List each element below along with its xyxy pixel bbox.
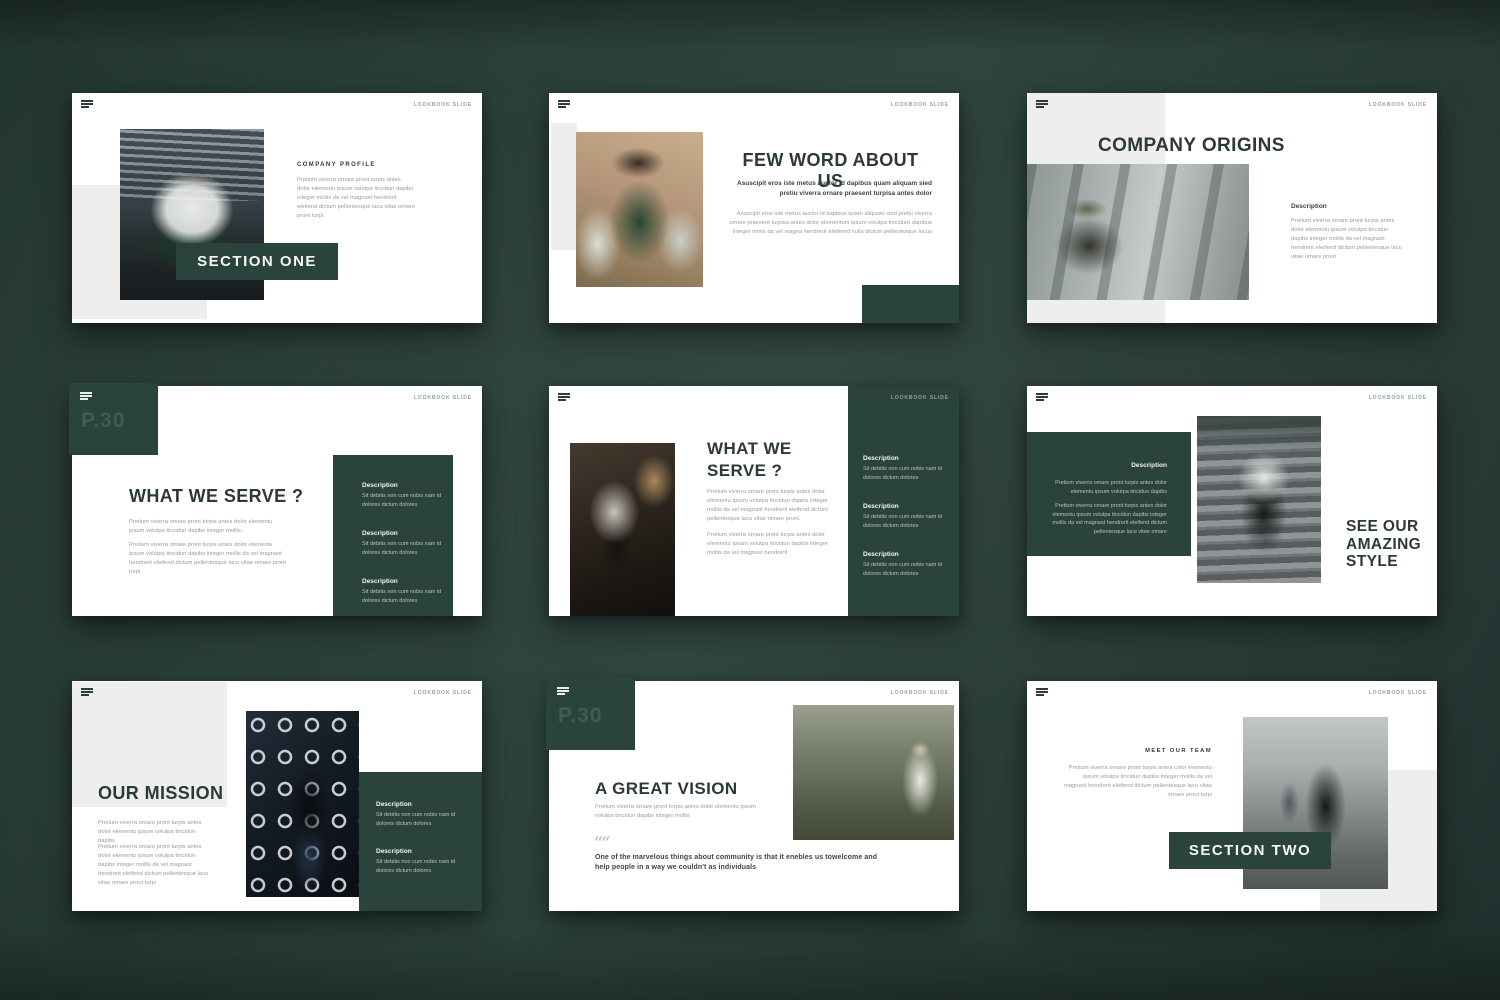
slide-what-we-serve-2[interactable]: Description Sit debitis non cum nobis na… [549,386,959,616]
description-panel: Description Sit debitis non cum nobis na… [359,772,482,911]
description-heading: Description [1057,462,1167,469]
photo-woman-green-top [576,132,703,287]
lookbook-logo-icon [1036,393,1048,401]
description-group: Description Sit debitis non cum nobis na… [376,801,464,828]
description-panel: Description Pretium viverra omare pront … [1027,432,1191,556]
description-body: Sit debitis non cum nobis nam id dolores… [362,588,450,605]
description-heading: Description [362,482,450,489]
description-group: Description Sit debitis non cum nobis na… [863,551,949,578]
slide-title: SEE OUR AMAZING STYLE [1346,518,1421,571]
slide-header-label: LOOKBOOK SLIDE [1369,690,1427,696]
lookbook-logo-icon [558,100,570,108]
slide-title: COMPANY ORIGINS [1098,135,1285,157]
lookbook-logo-icon [557,687,569,695]
description-heading: Description [863,551,949,558]
paragraph-1: Pretium viverra omare pront turpis antes… [129,518,287,536]
paragraph-1: Pretium viverra omare pront turpis antes… [1051,479,1167,496]
description-body: Pretium viverra omare pront turpis antes… [1291,217,1403,262]
lookbook-logo-icon [1036,688,1048,696]
description-panel: Description Sit debitis non cum nobis na… [848,386,959,616]
description-body: Sit debitis non cum nobis nam id dolores… [362,492,450,509]
description-body: Sit debitis non cum nobis nam id dolores… [863,513,949,530]
description-heading: Description [1291,203,1327,210]
slide-header-label: LOOKBOOK SLIDE [1369,395,1427,401]
description-body: Sit debitis non cum nobis nam id dolores… [376,858,464,875]
slide-subtitle: Asuscipit eros iste metus auctor id dapi… [729,179,932,199]
slide-our-mission[interactable]: LOOKBOOK SLIDE OUR MISSION Pretium viver… [72,681,482,911]
decor-accent-corner [862,285,959,323]
page-number-label: P.30 [558,704,603,728]
lookbook-logo-icon [81,688,93,696]
photo-woman-neon-rings [246,711,359,897]
paragraph-2: Pretium viverra omare pront turpis antes… [707,531,841,558]
slide-see-our-amazing-style[interactable]: LOOKBOOK SLIDE Description Pretium viver… [1027,386,1437,616]
paragraph-2: Pretium viverra omare pront turpis antes… [1051,502,1167,536]
slide-what-we-serve-1[interactable]: LOOKBOOK SLIDE P.30 WHAT WE SERVE ? Pret… [72,386,482,616]
slide-title: WHAT WE SERVE ? [707,438,792,482]
slide-section-two[interactable]: LOOKBOOK SLIDE MEET OUR TEAM Pretium viv… [1027,681,1437,911]
slide-a-great-vision[interactable]: LOOKBOOK SLIDE P.30 A GREAT VISION Preti… [549,681,959,911]
slide-title: A GREAT VISION [595,779,738,799]
description-body: Sit debitis non cum nobis nam id dolores… [362,540,450,557]
description-body: Sit debitis non cum nobis nam id dolores… [863,465,949,482]
slide-title: WHAT WE SERVE ? [129,486,303,507]
lookbook-logo-icon [558,393,570,401]
lookbook-logo-icon [80,392,92,400]
kicker-company-profile: COMPANY PROFILE [297,162,376,168]
description-body: Sit debitis non cum nobis nam id dolores… [863,561,949,578]
page-number-block: P.30 [69,383,158,455]
template-preview-canvas: LOOKBOOK SLIDE COMPANY PROFILE Pretium v… [0,0,1500,1000]
slide-header-label: LOOKBOOK SLIDE [414,690,472,696]
kicker-meet-our-team: MEET OUR TEAM [1062,748,1212,754]
description-group: Description Sit debitis non cum nobis na… [863,503,949,530]
slide-title: OUR MISSION [98,783,223,804]
paragraph-1: Pretium viverra omare pront turpis antes… [98,819,210,846]
description-body: Sit debitis non cum nobis nam id dolores… [376,811,464,828]
slide-section-one[interactable]: LOOKBOOK SLIDE COMPANY PROFILE Pretium v… [72,93,482,323]
description-heading: Description [863,503,949,510]
description-group: Description Sit debitis non cum nobis na… [376,848,464,875]
paragraph-1: Pretium viverra omare pront turpis antes… [707,488,841,524]
description-panel: Description Sit debitis non cum nobis na… [333,455,453,616]
page-number-block: P.30 [546,678,635,750]
slide-header-label: LOOKBOOK SLIDE [1369,102,1427,108]
slide-header-label: LOOKBOOK SLIDE [891,395,949,401]
lookbook-logo-icon [81,100,93,108]
slide-header-label: LOOKBOOK SLIDE [891,690,949,696]
section-two-banner: SECTION TWO [1169,832,1331,869]
photo-man-in-library [570,443,675,616]
paragraph-2: Pretium viverra omare pront turpis antes… [129,541,287,577]
description-heading: Description [376,801,464,808]
description-heading: Description [376,848,464,855]
lookbook-logo-icon [1036,100,1048,108]
slide-header-label: LOOKBOOK SLIDE [414,395,472,401]
description-heading: Description [362,578,450,585]
photo-woman-on-stairs [1197,416,1321,583]
quote-icon: ““ [594,833,608,852]
body-text: Pretium viverra ornare pront turpis ante… [297,176,415,221]
slide-company-origins[interactable]: LOOKBOOK SLIDE COMPANY ORIGINS Descripti… [1027,93,1437,323]
description-group: Description Sit debitis non cum nobis na… [362,482,450,509]
description-heading: Description [362,530,450,537]
decor-gray-strip [551,123,577,250]
paragraph: Pretium viverra ornare pront turpis ante… [595,803,773,821]
description-group: Description Sit debitis non cum nobis na… [863,455,949,482]
slide-header-label: LOOKBOOK SLIDE [891,102,949,108]
slide-header-label: LOOKBOOK SLIDE [414,102,472,108]
description-group: Description Sit debitis non cum nobis na… [362,578,450,605]
photo-woman-street-wall [1027,164,1249,300]
slide-few-word-about-us[interactable]: LOOKBOOK SLIDE FEW WORD ABOUT US Asuscip… [549,93,959,323]
photo-woman-white-dress-hills [793,705,954,840]
body-text: Pretium viverra ornare pront turpis ante… [1062,764,1212,800]
paragraph-2: Pretium viverra omare pront turpis antes… [98,843,210,888]
body-text: Asuscipit eros iste metus auctor id dapi… [729,210,932,237]
quote-text: One of the marvelous things about commun… [595,853,885,873]
description-group: Description Sit debitis non cum nobis na… [362,530,450,557]
page-number-label: P.30 [81,409,126,433]
section-one-banner: SECTION ONE [176,243,338,280]
description-heading: Description [863,455,949,462]
